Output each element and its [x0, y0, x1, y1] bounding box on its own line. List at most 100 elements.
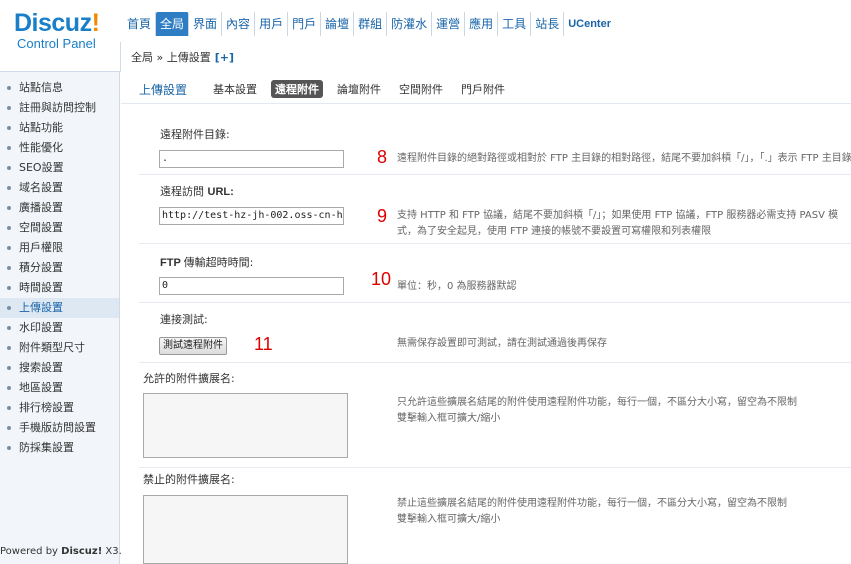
- sidebar-item-6[interactable]: 廣播設置: [0, 198, 119, 218]
- sidebar-item-16[interactable]: 排行榜設置: [0, 398, 119, 418]
- bullet-icon: [7, 126, 11, 130]
- nav-item-2[interactable]: 界面: [189, 12, 223, 36]
- sidebar-item-13[interactable]: 附件類型尺寸: [0, 338, 119, 358]
- sidebar-item-label: 防採集設置: [19, 441, 74, 454]
- bullet-icon: [7, 286, 11, 290]
- nav-item-3[interactable]: 內容: [222, 12, 256, 36]
- sidebar-item-3[interactable]: 性能優化: [0, 138, 119, 158]
- remote-url-input[interactable]: http://test-hz-jh-002.oss-cn-hangzh: [159, 207, 344, 225]
- sidebar-item-4[interactable]: SEO設置: [0, 158, 119, 178]
- step-number-10: 10: [371, 269, 392, 289]
- bullet-icon: [7, 326, 11, 330]
- bullet-icon: [7, 426, 11, 430]
- sidebar-item-2[interactable]: 站點功能: [0, 118, 119, 138]
- allowed-ext-label: 允許的附件擴展名:: [143, 372, 235, 385]
- sidebar-menu: 站點信息註冊與訪問控制站點功能性能優化 SEO設置域名設置 廣播設置 空間設置 用戶權限…: [0, 78, 119, 458]
- sidebar-item-label: 地區設置: [19, 381, 63, 394]
- sidebar-item-17[interactable]: 手機版訪問設置: [0, 418, 119, 438]
- bullet-icon: [7, 206, 11, 210]
- sidebar-item-11[interactable]: 上傳設置: [0, 298, 119, 318]
- sidebar-item-8[interactable]: 用戶權限: [0, 238, 119, 258]
- remote-dir-label: 遠程附件目錄:: [160, 128, 230, 141]
- denied-ext-textarea[interactable]: [143, 495, 348, 564]
- nav-item-5[interactable]: 門戶: [288, 12, 322, 36]
- nav-item-11[interactable]: 工具: [498, 12, 532, 36]
- bullet-icon: [7, 346, 11, 350]
- remote-url-hint: 支持 HTTP 和 FTP 協議，結尾不要加斜槓「/」；如果使用 FTP 協議，…: [397, 210, 839, 237]
- sidebar-item-18[interactable]: 防採集設置: [0, 438, 119, 458]
- sidebar-item-14[interactable]: 搜索設置: [0, 358, 119, 378]
- allowed-ext-hint: 只允許這些擴展名結尾的附件使用遠程附件功能，每行一個，不區分大小寫，留空為不限制: [397, 397, 797, 408]
- tab-divider: [121, 103, 851, 104]
- sidebar-item-7[interactable]: 空間設置: [0, 218, 119, 238]
- nav-item-10[interactable]: 應用: [465, 12, 499, 36]
- logo-wordmark: Discuz!: [14, 9, 100, 37]
- sidebar-item-label: 排行榜設置: [19, 401, 74, 414]
- logo-subtitle: Control Panel: [17, 36, 96, 51]
- sidebar-item-label: 水印設置: [19, 321, 63, 334]
- row-separator: [139, 302, 851, 303]
- nav-item-4[interactable]: 用戶: [255, 12, 289, 36]
- ftp-timeout-input[interactable]: 0: [159, 277, 344, 295]
- powered-by: Powered by Discuz! X3.1: [0, 546, 129, 557]
- allowed-ext-resize-hint: 雙擊輸入框可擴大/縮小: [397, 413, 501, 424]
- connection-test-label: 連接測試:: [160, 313, 208, 326]
- add-shortcut-link[interactable]: [+]: [215, 51, 234, 64]
- ftp-timeout-hint: 單位：秒，0 為服務器默認: [397, 281, 517, 292]
- nav-item-6[interactable]: 論壇: [321, 12, 355, 36]
- settings-tabs: 上傳設置 基本設置 遠程附件 論壇附件 空間附件 門戶附件: [139, 80, 519, 98]
- step-number-8: 8: [377, 147, 388, 167]
- nav-item-9[interactable]: 運營: [432, 12, 466, 36]
- sidebar-item-label: 時間設置: [19, 281, 63, 294]
- tab-3[interactable]: 空間附件: [395, 80, 447, 98]
- bullet-icon: [7, 146, 11, 150]
- tab-0[interactable]: 基本設置: [209, 80, 261, 98]
- sidebar-item-label: 站點功能: [19, 121, 63, 134]
- remote-url-label: 遠程訪問 URL:: [160, 185, 234, 198]
- nav-item-7[interactable]: 群組: [354, 12, 388, 36]
- page-title: 上傳設置: [139, 82, 188, 97]
- discuz-logo[interactable]: Discuz! Control Panel: [14, 10, 124, 52]
- sidebar-item-15[interactable]: 地區設置: [0, 378, 119, 398]
- test-remote-attachment-button[interactable]: 測試遠程附件: [159, 337, 227, 355]
- bullet-icon: [7, 106, 11, 110]
- sidebar-item-1[interactable]: 註冊與訪問控制: [0, 98, 119, 118]
- bullet-icon: [7, 226, 11, 230]
- sidebar-item-5[interactable]: 域名設置: [0, 178, 119, 198]
- tab-1[interactable]: 遠程附件: [271, 80, 324, 98]
- sidebar-item-10[interactable]: 時間設置: [0, 278, 119, 298]
- nav-item-13[interactable]: UCenter: [564, 12, 615, 36]
- bullet-icon: [7, 366, 11, 370]
- bullet-icon: [7, 86, 11, 90]
- nav-item-12[interactable]: 站長: [531, 12, 565, 36]
- nav-item-1[interactable]: 全局: [156, 12, 190, 36]
- sidebar-item-label: SEO設置: [19, 161, 64, 174]
- denied-ext-resize-hint: 雙擊輸入框可擴大/縮小: [397, 514, 501, 525]
- tab-4[interactable]: 門戶附件: [457, 80, 509, 98]
- sidebar-item-label: 手機版訪問設置: [19, 421, 96, 434]
- sidebar-item-12[interactable]: 水印設置: [0, 318, 119, 338]
- bullet-icon: [7, 306, 11, 310]
- sidebar-item-0[interactable]: 站點信息: [0, 78, 119, 98]
- tab-2[interactable]: 論壇附件: [333, 80, 385, 98]
- step-number-11: 11: [254, 334, 273, 354]
- breadcrumb: 全局 » 上傳設置 [+]: [131, 49, 234, 65]
- row-separator: [139, 174, 851, 175]
- row-separator: [139, 362, 851, 363]
- sidebar-item-label: 站點信息: [19, 81, 63, 94]
- sidebar-item-label: 性能優化: [19, 141, 63, 154]
- denied-ext-hint: 禁止這些擴展名結尾的附件使用遠程附件功能，每行一個，不區分大小寫，留空為不限制: [397, 498, 787, 509]
- row-separator: [139, 243, 851, 244]
- breadcrumb-bar: 全局 » 上傳設置 [+]: [120, 42, 851, 72]
- powered-brand-link[interactable]: Discuz!: [61, 546, 102, 557]
- nav-item-0[interactable]: 首頁: [123, 12, 157, 36]
- breadcrumb-text: 全局 » 上傳設置: [131, 51, 211, 64]
- remote-dir-input[interactable]: .: [159, 150, 344, 168]
- connection-test-hint: 無需保存設置即可測試，請在測試通過後再保存: [397, 338, 607, 349]
- sidebar-item-9[interactable]: 積分設置: [0, 258, 119, 278]
- sidebar-item-label: 搜索設置: [19, 361, 63, 374]
- nav-item-8[interactable]: 防灌水: [387, 12, 433, 36]
- sidebar-item-label: 積分設置: [19, 261, 63, 274]
- allowed-ext-textarea[interactable]: [143, 393, 348, 458]
- sidebar-item-label: 上傳設置: [19, 301, 63, 314]
